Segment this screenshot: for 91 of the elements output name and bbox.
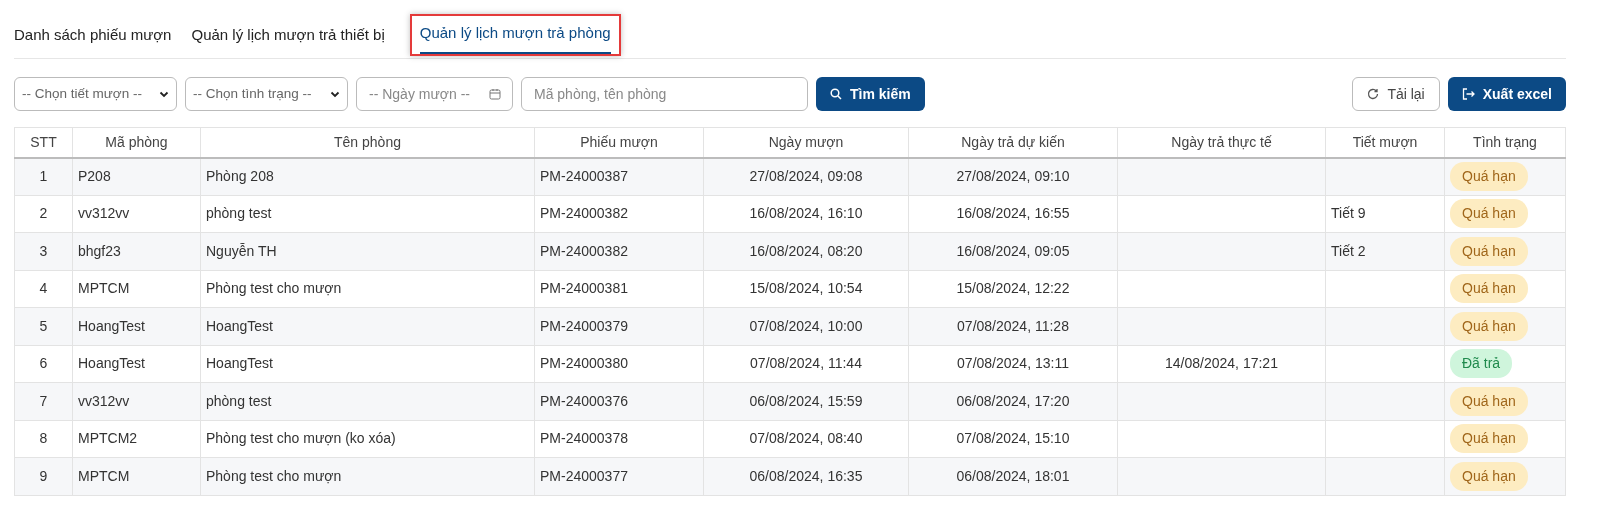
calendar-icon bbox=[489, 88, 501, 100]
column-header: Ngày trả dự kiến bbox=[908, 127, 1118, 158]
column-header: Mã phòng bbox=[72, 127, 201, 158]
status-badge: Quá hạn bbox=[1450, 199, 1528, 229]
table-cell: PM-24000378 bbox=[540, 430, 628, 447]
tab[interactable]: Quản lý lịch mượn trả thiết bị bbox=[191, 23, 385, 58]
table-cell: PM-24000376 bbox=[540, 392, 628, 409]
tab[interactable]: Quản lý lịch mượn trả phòng bbox=[409, 13, 621, 56]
table-cell: 15/08/2024, 10:54 bbox=[749, 280, 863, 297]
row-number: 3 bbox=[39, 242, 48, 259]
table-cell: Phòng test cho mượn (ko xóa) bbox=[206, 430, 396, 447]
row-number: 6 bbox=[39, 355, 48, 372]
column-header: Phiếu mượn bbox=[534, 127, 704, 158]
table-cell: 06/08/2024, 18:01 bbox=[956, 467, 1070, 484]
table-cell: Phòng test cho mượn bbox=[206, 467, 342, 484]
column-header: Tình trạng bbox=[1444, 127, 1566, 158]
reload-button[interactable]: Tải lại bbox=[1352, 77, 1440, 111]
table-cell: 07/08/2024, 13:11 bbox=[957, 355, 1069, 372]
table-cell: HoangTest bbox=[78, 317, 145, 334]
table-cell: 07/08/2024, 11:44 bbox=[750, 355, 862, 372]
table-cell: PM-24000379 bbox=[540, 317, 628, 334]
table-cell: 06/08/2024, 16:35 bbox=[749, 467, 863, 484]
status-badge: Quá hạn bbox=[1450, 311, 1528, 341]
search-icon bbox=[830, 88, 842, 100]
table-cell: 16/08/2024, 16:55 bbox=[956, 205, 1070, 222]
table-cell: 06/08/2024, 17:20 bbox=[956, 392, 1070, 409]
table-cell: 07/08/2024, 08:40 bbox=[749, 430, 863, 447]
table-cell: vv312vv bbox=[78, 205, 130, 222]
refresh-icon bbox=[1367, 88, 1380, 100]
column-header: Tiết mượn bbox=[1325, 127, 1445, 158]
status-badge: Quá hạn bbox=[1450, 424, 1528, 454]
status-badge: Đã trả bbox=[1450, 349, 1513, 379]
table-cell: Phòng 208 bbox=[206, 168, 274, 184]
date-field[interactable]: -- Ngày mượn -- bbox=[356, 77, 513, 111]
row-number: 8 bbox=[39, 430, 48, 447]
table-cell: 14/08/2024, 17:21 bbox=[1165, 355, 1278, 372]
table-cell: 16/08/2024, 08:20 bbox=[749, 242, 863, 259]
table-cell: vv312vv bbox=[78, 392, 130, 409]
table-cell: bhgf23 bbox=[78, 242, 121, 259]
column-header: Ngày trả thực tế bbox=[1117, 127, 1326, 158]
table-cell: Tiết 2 bbox=[1331, 242, 1366, 259]
status-badge: Quá hạn bbox=[1450, 236, 1528, 266]
row-number: 4 bbox=[39, 280, 48, 297]
row-number: 7 bbox=[39, 392, 48, 409]
status-badge: Quá hạn bbox=[1450, 162, 1528, 191]
table-cell: 07/08/2024, 10:00 bbox=[749, 317, 863, 334]
chevron-down-icon bbox=[330, 89, 340, 99]
table-cell: PM-24000382 bbox=[540, 242, 628, 259]
table-cell: Tiết 9 bbox=[1331, 205, 1366, 222]
row-number: 2 bbox=[39, 205, 48, 222]
table-cell: 16/08/2024, 16:10 bbox=[749, 205, 863, 222]
table-cell: MPTCM bbox=[78, 467, 130, 484]
table-cell: 16/08/2024, 09:05 bbox=[956, 242, 1070, 259]
column-header: STT bbox=[14, 127, 73, 158]
table-cell: PM-24000377 bbox=[540, 467, 628, 484]
export-icon bbox=[1461, 88, 1475, 100]
table-cell: MPTCM bbox=[78, 280, 130, 297]
search-field[interactable]: Mã phòng, tên phòng bbox=[521, 77, 808, 111]
table-cell: HoangTest bbox=[78, 355, 145, 372]
table-cell: PM-24000382 bbox=[540, 205, 628, 222]
table-cell: MPTCM2 bbox=[78, 430, 138, 447]
table-cell: 27/08/2024, 09:10 bbox=[956, 168, 1070, 184]
table-cell: Phòng test cho mượn bbox=[206, 280, 342, 297]
row-number: 1 bbox=[39, 168, 48, 184]
table-cell: phòng test bbox=[206, 392, 272, 409]
export-button[interactable]: Xuất excel bbox=[1447, 77, 1566, 111]
table-cell: HoangTest bbox=[206, 317, 273, 334]
row-number: 5 bbox=[39, 317, 48, 334]
table-cell: Nguyễn TH bbox=[206, 242, 277, 259]
table-cell: PM-24000387 bbox=[540, 168, 628, 184]
column-header: Ngày mượn bbox=[703, 127, 909, 158]
select-field[interactable]: -- Chọn tình trạng -- bbox=[185, 77, 348, 111]
table-cell: 27/08/2024, 09:08 bbox=[749, 168, 863, 184]
table-cell: phòng test bbox=[206, 205, 272, 222]
column-header: Tên phòng bbox=[200, 127, 535, 158]
table-cell: 15/08/2024, 12:22 bbox=[956, 280, 1070, 297]
row-number: 9 bbox=[39, 467, 48, 484]
chevron-down-icon bbox=[159, 89, 169, 99]
table-cell: P208 bbox=[78, 168, 111, 184]
tab[interactable]: Danh sách phiếu mượn bbox=[14, 23, 172, 58]
table-cell: 07/08/2024, 15:10 bbox=[956, 430, 1070, 447]
search-button[interactable]: Tìm kiếm bbox=[816, 77, 925, 111]
status-badge: Quá hạn bbox=[1450, 461, 1528, 491]
table-cell: PM-24000380 bbox=[540, 355, 628, 372]
table-cell: PM-24000381 bbox=[540, 280, 628, 297]
status-badge: Quá hạn bbox=[1450, 386, 1528, 416]
status-badge: Quá hạn bbox=[1450, 274, 1528, 304]
table-cell: HoangTest bbox=[206, 355, 273, 372]
select-field[interactable]: -- Chọn tiết mượn -- bbox=[14, 77, 177, 111]
table-cell: 06/08/2024, 15:59 bbox=[749, 392, 863, 409]
table-cell: 07/08/2024, 11:28 bbox=[957, 317, 1069, 334]
